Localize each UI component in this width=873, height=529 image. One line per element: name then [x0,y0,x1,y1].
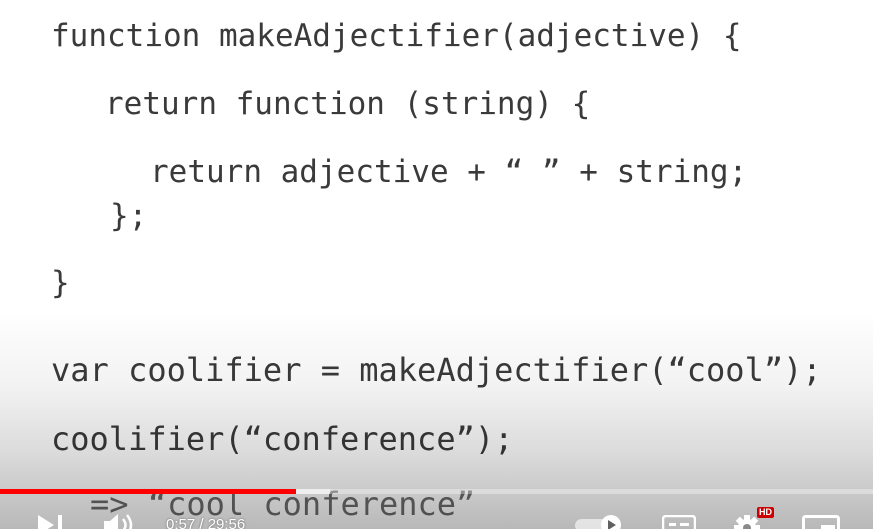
miniplayer-icon [802,515,840,529]
progress-bar[interactable] [0,489,873,494]
autoplay-toggle-icon [575,515,621,529]
code-line: return function (string) { [105,86,591,122]
code-line: coolifier(“conference”); [51,420,514,458]
autoplay-toggle[interactable] [575,515,629,529]
miniplayer-button[interactable] [802,515,840,529]
hd-badge: HD [757,507,774,518]
subtitles-button[interactable] [661,514,697,529]
time-display: 0:57 / 29:56 [166,516,246,529]
volume-button[interactable] [104,514,138,529]
code-line: return adjective + “ ” + string; [150,154,748,190]
code-line: function makeAdjectifier(adjective) { [51,18,742,54]
progress-played [0,489,296,494]
code-line: var coolifier = makeAdjectifier(“cool”); [51,351,822,389]
video-player[interactable]: function makeAdjectifier(adjective) { re… [0,0,873,529]
next-icon [38,515,62,529]
code-line: } [51,265,70,301]
volume-icon [104,514,133,529]
next-button[interactable] [36,515,66,529]
player-controls: 0:57 / 29:56 HD [0,500,873,529]
code-line: }; [110,198,148,234]
subtitles-icon [661,514,697,529]
